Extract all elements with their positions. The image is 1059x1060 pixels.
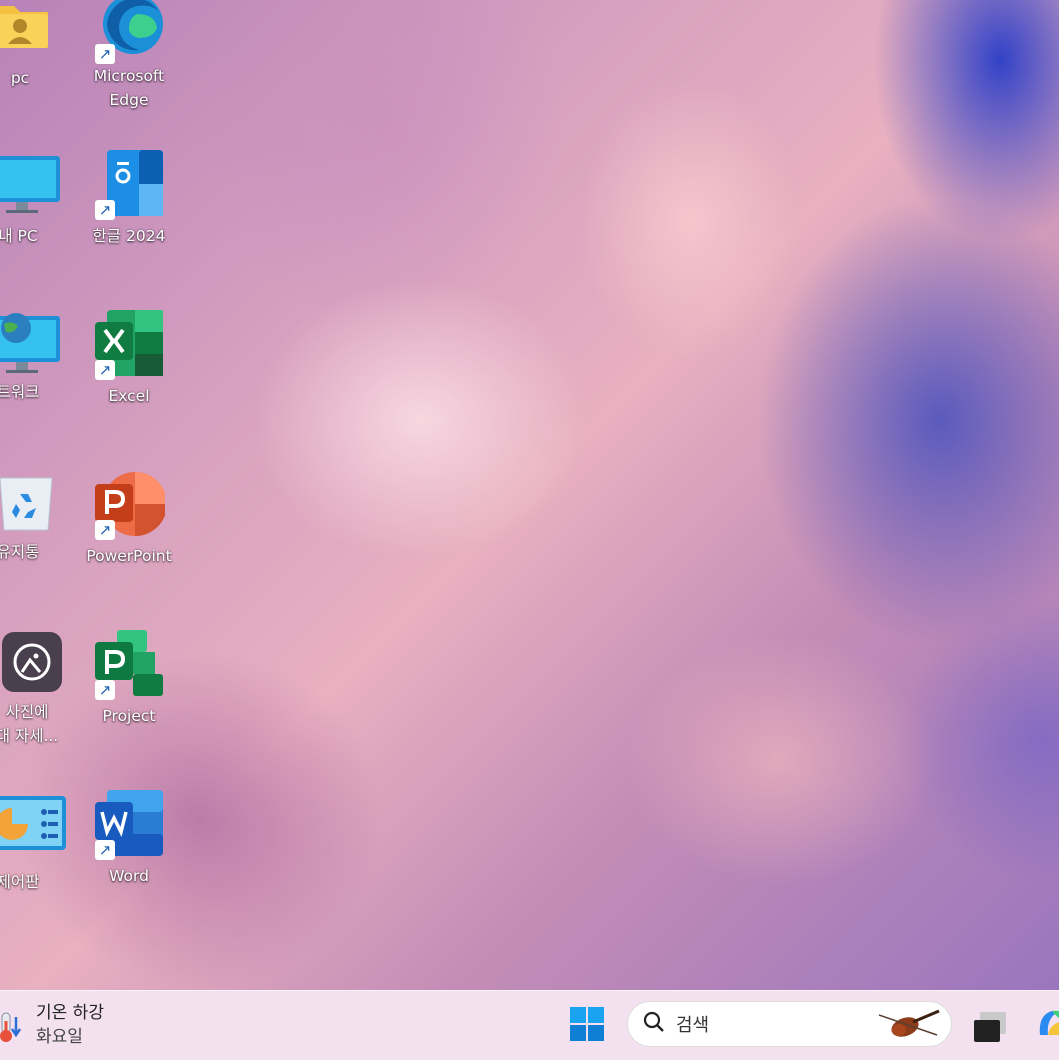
task-view-icon[interactable]: [972, 1008, 1008, 1048]
desktop-icon-pc[interactable]: pc: [0, 0, 70, 90]
recycle-bin-icon: [0, 468, 54, 540]
shortcut-arrow-icon: ↗: [95, 680, 115, 700]
shortcut-arrow-icon: ↗: [95, 840, 115, 860]
weather-day: 화요일: [36, 1027, 83, 1047]
desktop-icon-recycle-bin[interactable]: 유지통: [0, 468, 68, 564]
desktop-icon-photos-learn[interactable]: 사진에 대 자세...: [0, 628, 68, 748]
desktop-icon-label: Project: [102, 707, 156, 725]
desktop-icon-label: PowerPoint: [86, 547, 172, 565]
desktop-icon-excel[interactable]: ↗ Excel: [79, 308, 179, 408]
shortcut-arrow-icon: ↗: [95, 200, 115, 220]
powerpoint-icon: ↗: [93, 468, 167, 540]
desktop-icon-this-pc[interactable]: 내 PC: [0, 150, 68, 248]
shortcut-arrow-icon: ↗: [95, 44, 115, 64]
thermometer-down-icon: [0, 1011, 24, 1047]
desktop-icon-network[interactable]: 트워크: [0, 308, 68, 404]
word-icon: ↗: [93, 788, 165, 860]
desktop-icon-label: 제어판: [0, 873, 40, 891]
desktop-icon-label-line2: Edge: [109, 91, 149, 109]
desktop-icon-label: Excel: [108, 387, 150, 405]
desktop: pc 내 PC 트워크 유지통 사진에 대 자세... 제어판 ↗ Micros…: [0, 0, 1059, 990]
search-icon: [642, 1010, 666, 1038]
desktop-icon-label-line1: Microsoft: [93, 67, 165, 85]
taskbar-search-box[interactable]: 검색: [627, 1001, 952, 1047]
desktop-icon-word[interactable]: ↗ Word: [79, 788, 179, 888]
hangul-icon: ↗: [93, 148, 165, 220]
desktop-icon-project[interactable]: ↗ Project: [79, 628, 179, 728]
edge-icon: ↗: [93, 0, 165, 64]
desktop-icon-label: 유지통: [0, 543, 40, 561]
desktop-icon-label: 한글 2024: [92, 227, 166, 245]
taskbar: 기온 하강 화요일 검색: [0, 990, 1059, 1060]
control-panel-icon: [0, 790, 66, 862]
desktop-icon-hangul[interactable]: ↗ 한글 2024: [79, 148, 179, 248]
shortcut-arrow-icon: ↗: [95, 520, 115, 540]
desktop-icon-label: 내 PC: [0, 227, 38, 245]
search-placeholder: 검색: [676, 1015, 710, 1036]
copilot-icon[interactable]: [1036, 1005, 1059, 1049]
monitor-icon: [0, 150, 60, 222]
project-icon: ↗: [93, 628, 165, 700]
desktop-icon-powerpoint[interactable]: ↗ PowerPoint: [79, 468, 179, 568]
user-folder-icon: [0, 0, 56, 72]
windows-start-icon[interactable]: [569, 1006, 605, 1042]
desktop-icon-label: Word: [109, 867, 149, 885]
weather-widget[interactable]: 기온 하강 화요일: [0, 999, 104, 1051]
weather-title: 기온 하강: [36, 1003, 104, 1023]
desktop-icon-label-line1: 사진에: [5, 703, 49, 721]
network-icon: [0, 308, 60, 380]
shortcut-arrow-icon: ↗: [95, 360, 115, 380]
excel-icon: ↗: [93, 308, 165, 380]
desktop-icon-edge[interactable]: ↗ Microsoft Edge: [79, 0, 179, 112]
desktop-icon-control-panel[interactable]: 제어판: [0, 790, 68, 894]
desktop-icon-label: 트워크: [0, 383, 40, 401]
violin-icon: [877, 1007, 943, 1045]
photo-learn-icon: [0, 628, 62, 700]
desktop-icon-label-line2: 대 자세...: [0, 727, 59, 745]
